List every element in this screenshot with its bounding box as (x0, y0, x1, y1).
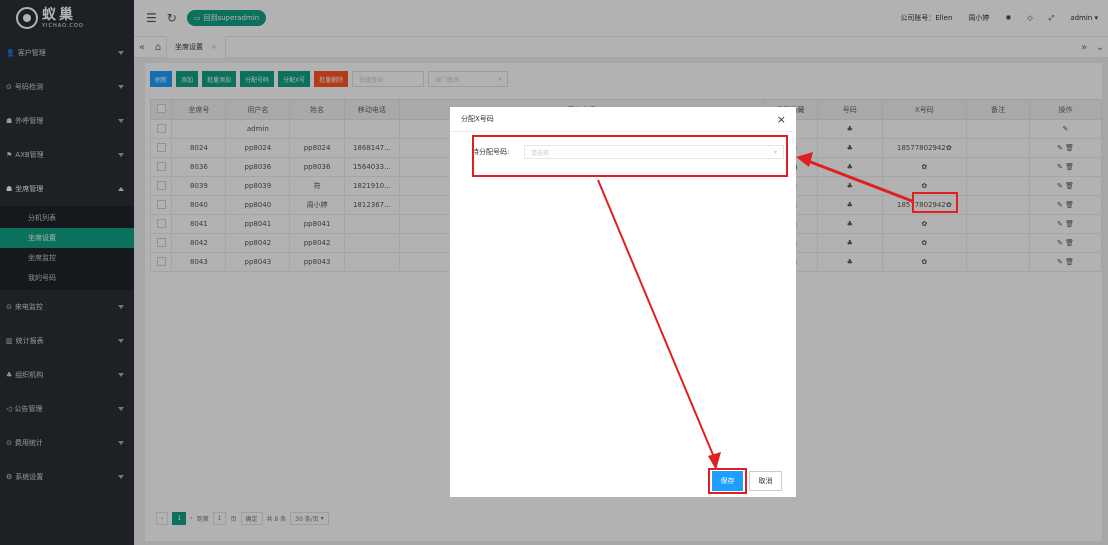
annotation-arrows (597, 152, 913, 470)
arrow-to-switch (807, 159, 913, 203)
arrowhead-switch-icon (796, 152, 813, 167)
arrow-to-save (597, 179, 717, 463)
arrowhead-save-icon (708, 452, 721, 470)
